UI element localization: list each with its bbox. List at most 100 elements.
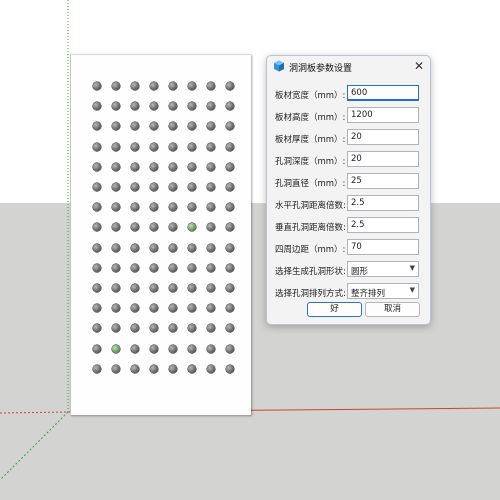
peg-hole [169,284,177,292]
dialog-titlebar[interactable]: 洞洞板参数设置 ✕ [267,56,430,78]
peg-hole [112,324,120,333]
peg-hole [93,122,101,131]
chevron-down-icon: ▼ [409,286,415,294]
peg-hole [207,142,215,151]
thickness-field[interactable] [347,129,419,145]
peg-hole [131,284,139,292]
peg-hole [226,304,234,313]
hole-shape-select[interactable]: 圆形 ▼ [347,261,419,277]
peg-hole [226,324,234,333]
peg-hole [112,82,120,90]
peg-hole [112,304,120,313]
select-value: 整齐排列 [351,289,386,299]
height-field[interactable] [347,107,419,123]
peg-hole [112,183,120,191]
peg-hole [226,142,234,151]
field-row-thickness: 板材厚度（mm）: [267,129,430,147]
peg-hole [93,183,101,191]
peg-hole [150,263,158,272]
field-label: 板材厚度（mm）: [275,135,346,145]
peg-hole [169,243,177,252]
peg-hole [207,324,215,333]
peg-hole [112,364,120,373]
peg-hole [188,183,196,191]
peg-hole [188,304,196,313]
cancel-button[interactable]: 取消 [365,302,420,317]
select-label: 选择孔洞排列方式: [275,289,346,299]
peg-hole [112,142,120,151]
peg-hole [131,82,139,90]
margin-field[interactable] [347,239,419,255]
field-row-height: 板材高度（mm）: [267,107,430,125]
peg-hole [226,203,234,212]
peg-hole [226,223,234,232]
peg-hole [207,263,215,272]
peg-hole [112,162,120,171]
ok-button[interactable]: 好 [307,302,362,317]
peg-hole [169,102,177,111]
peg-hole [150,304,158,313]
peg-hole [131,243,139,252]
peg-hole [150,284,158,292]
peg-hole [131,102,139,111]
peg-hole [226,183,234,191]
pegboard-panel[interactable] [70,54,251,415]
peg-hole [226,82,234,90]
peg-hole [112,284,120,292]
peg-hole [207,162,215,171]
hole-depth-field[interactable] [347,151,419,167]
peg-hole [207,284,215,292]
peg-hole [93,324,101,333]
peg-hole [188,284,196,292]
peg-hole [93,203,101,212]
peg-hole [169,183,177,191]
red-axis-extension [0,411,69,414]
select-label: 选择生成孔洞形状: [275,267,346,277]
peg-hole [112,344,120,353]
field-label: 四周边距（mm）: [275,245,346,255]
peg-hole [93,142,101,151]
field-label: 水平孔洞距离倍数: [275,201,346,211]
peg-hole [150,82,158,90]
peg-hole [207,223,215,232]
peg-hole [150,162,158,171]
peg-hole [131,203,139,212]
select-value: 圆形 [351,267,369,277]
field-label: 孔洞深度（mm）: [275,157,346,167]
field-row-h-spacing: 水平孔洞距离倍数: [267,195,430,213]
peg-hole [226,243,234,252]
peg-hole [150,142,158,151]
hole-arrangement-select[interactable]: 整齐排列 ▼ [347,283,419,299]
peg-hole [226,162,234,171]
select-row-arrangement: 选择孔洞排列方式: 整齐排列 ▼ [267,283,430,301]
peg-hole [169,203,177,212]
peg-hole [188,263,196,272]
horizontal-spacing-field[interactable] [347,195,419,211]
peg-hole [188,364,196,373]
peg-hole [112,203,120,212]
peg-hole [112,122,120,131]
peg-hole [112,102,120,111]
peg-hole [169,263,177,272]
peg-hole [169,364,177,373]
peg-hole [169,82,177,90]
peg-hole [93,364,101,373]
peg-hole [93,263,101,272]
peg-hole [150,344,158,353]
peg-hole [112,243,120,252]
field-row-v-spacing: 垂直孔洞距离倍数: [267,217,430,235]
close-icon[interactable]: ✕ [412,59,426,73]
peg-hole [150,243,158,252]
select-row-shape: 选择生成孔洞形状: 圆形 ▼ [267,261,430,279]
hole-diameter-field[interactable] [347,173,419,189]
peg-hole [150,364,158,373]
field-label: 板材高度（mm）: [275,113,346,123]
peg-hole [207,364,215,373]
field-row-hole-diameter: 孔洞直径（mm）: [267,173,430,191]
width-field[interactable] [347,85,419,101]
vertical-spacing-field[interactable] [347,217,419,233]
peg-hole [207,344,215,353]
field-row-margin: 四周边距（mm）: [267,239,430,257]
dialog-title: 洞洞板参数设置 [289,64,353,74]
peg-hole [226,364,234,373]
